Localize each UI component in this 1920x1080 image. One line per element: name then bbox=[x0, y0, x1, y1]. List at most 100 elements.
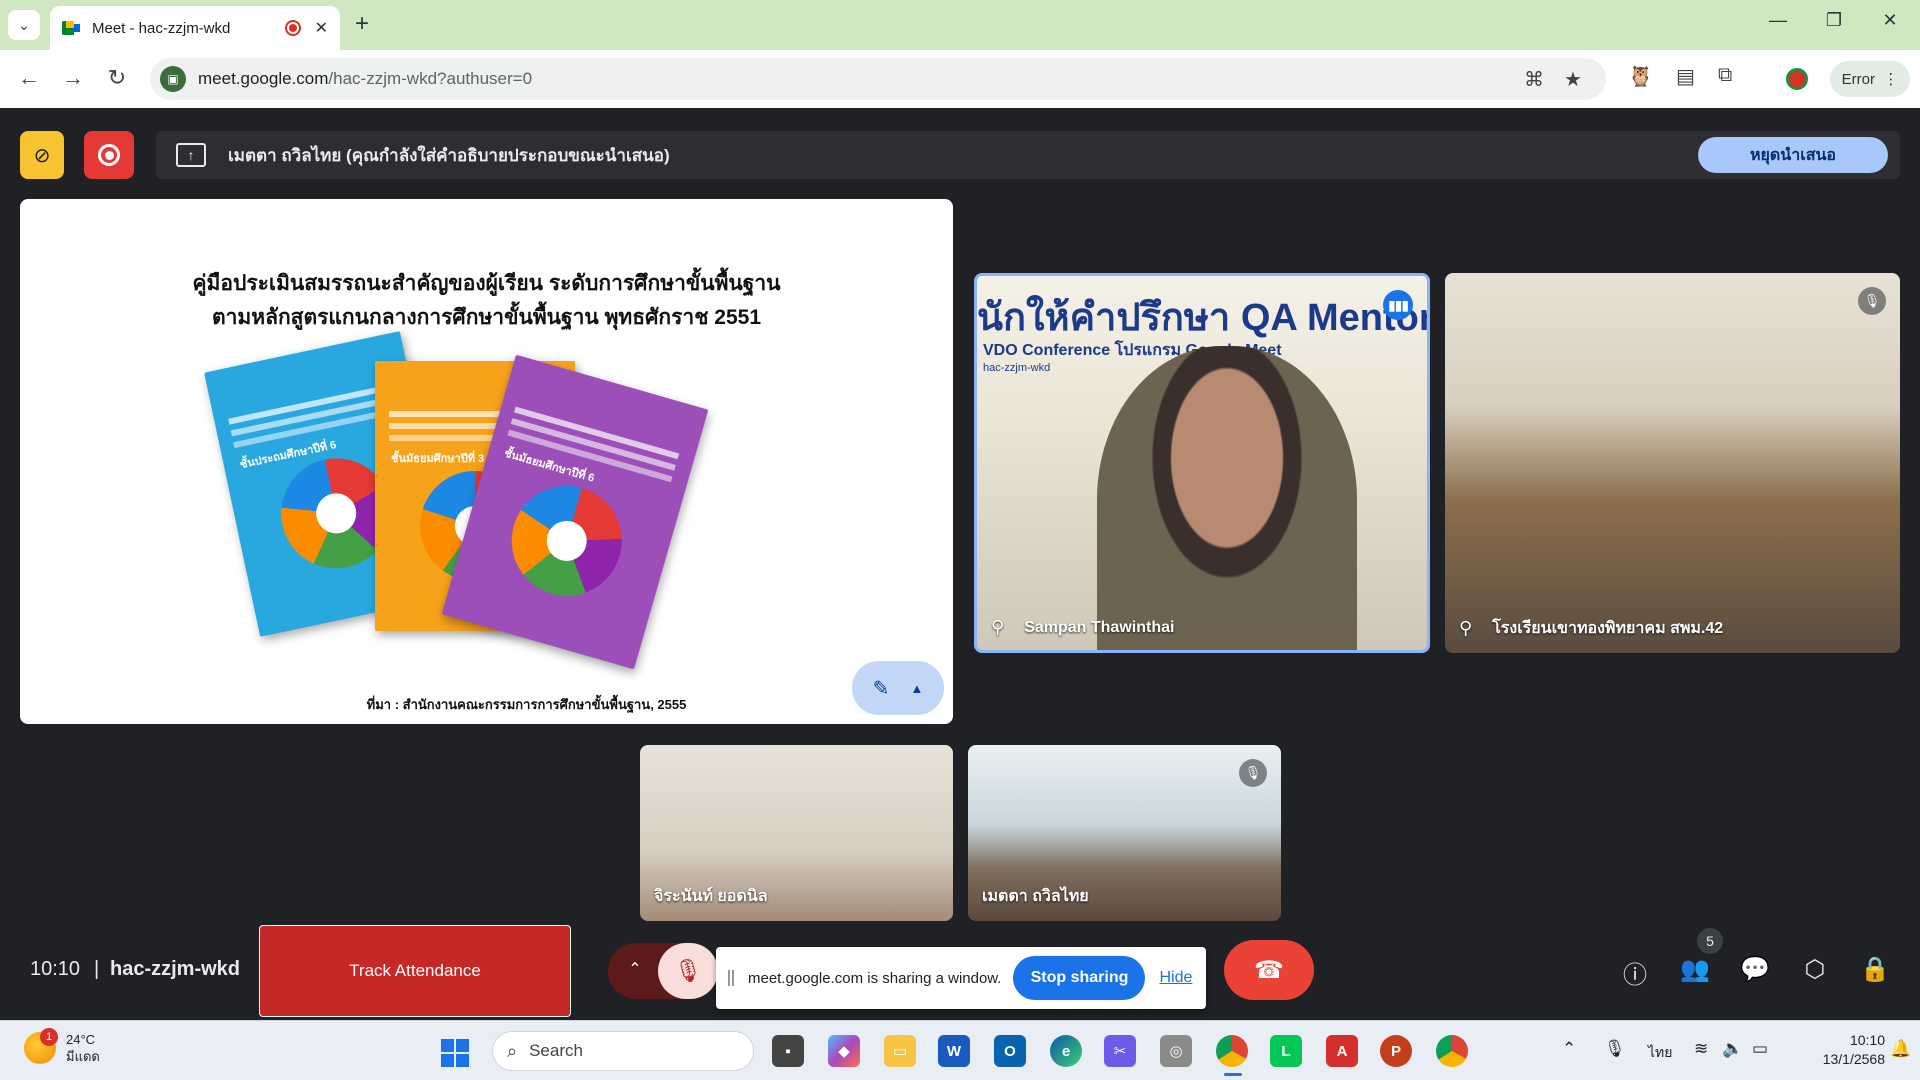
presenting-message: เมตตา ถวิลไทย (คุณกำลังใส่คำอธิบายประกอบ… bbox=[228, 145, 670, 165]
file-explorer-icon[interactable]: ▭ bbox=[884, 1035, 916, 1067]
extension-owl-icon[interactable]: 🦉 bbox=[1628, 64, 1653, 89]
annotation-tools-button[interactable]: ✎ ▲ bbox=[852, 661, 944, 715]
chevron-down-icon: ⌄ bbox=[18, 16, 30, 33]
activities-icon[interactable]: ⬡ bbox=[1798, 955, 1832, 989]
extensions-puzzle-icon[interactable]: ⧉ bbox=[1718, 64, 1732, 87]
windows-taskbar: 1 24°C มีแดด ⌕ Search ▪ ◆ ▭ W O e ✂ ◎ L A … bbox=[0, 1020, 1920, 1080]
battery-icon[interactable]: ▭ bbox=[1752, 1039, 1768, 1059]
system-clock[interactable]: 10:10 13/1/2568 bbox=[1795, 1031, 1885, 1069]
pin-icon[interactable]: ⚲ bbox=[991, 617, 1004, 638]
slide-title-line1: คู่มือประเมินสมรรถนะสำคัญของผู้เรียน ระด… bbox=[192, 272, 781, 295]
audio-options-chevron-icon[interactable]: ⌃ bbox=[620, 955, 650, 985]
outlook-icon[interactable]: O bbox=[994, 1035, 1026, 1067]
separator: | bbox=[94, 958, 100, 980]
weather-badge: 1 bbox=[40, 1028, 58, 1046]
camera-app-icon[interactable]: ◎ bbox=[1160, 1035, 1192, 1067]
recording-button[interactable] bbox=[84, 131, 134, 179]
volume-icon[interactable]: 🔈 bbox=[1722, 1039, 1743, 1059]
mic-off-icon: 🎙 bbox=[1858, 287, 1886, 315]
tab-close-icon[interactable]: ✕ bbox=[315, 18, 328, 38]
address-bar[interactable]: ▣ meet.google.com/hac-zzjm-wkd?authuser=… bbox=[150, 58, 1606, 100]
hang-up-icon: ☎ bbox=[1254, 956, 1284, 984]
participant-tile[interactable]: 🎙 ⚲ โรงเรียนเขาทองพิทยาคม สพม.42 bbox=[1445, 273, 1900, 653]
tray-overflow-chevron-icon[interactable]: ⌃ bbox=[1562, 1039, 1576, 1059]
share-notice-text: meet.google.com is sharing a window. bbox=[748, 969, 1002, 987]
chrome-profile-icon[interactable] bbox=[1436, 1035, 1468, 1067]
participant-tile[interactable]: จิระนันท์ ยอดนิล bbox=[640, 745, 953, 921]
annotation-toggle-button[interactable]: ⊘ bbox=[20, 131, 64, 179]
recording-icon bbox=[284, 20, 301, 36]
edge-icon[interactable]: e bbox=[1050, 1035, 1082, 1067]
tab-search-button[interactable]: ⌄ bbox=[8, 10, 40, 40]
translate-icon[interactable]: ⌘ bbox=[1524, 67, 1544, 92]
participant-name: เมตตา ถวิลไทย bbox=[982, 888, 1089, 905]
host-controls-lock-icon[interactable]: 🔒 bbox=[1858, 955, 1892, 989]
drag-handle-icon[interactable] bbox=[728, 970, 734, 986]
clock-time: 10:10 bbox=[1849, 1032, 1885, 1048]
profile-avatar-icon[interactable] bbox=[1786, 68, 1808, 90]
search-icon: ⌕ bbox=[507, 1040, 518, 1061]
leave-call-button[interactable]: ☎ bbox=[1224, 940, 1314, 1000]
participant-tile[interactable]: 🎙 เมตตา ถวิลไทย bbox=[968, 745, 1281, 921]
notifications-icon[interactable]: 🔔 bbox=[1890, 1039, 1911, 1059]
participant-name: จิระนันท์ ยอดนิล bbox=[654, 888, 768, 905]
word-icon[interactable]: W bbox=[938, 1035, 970, 1067]
close-window-button[interactable]: ✕ bbox=[1870, 10, 1910, 31]
slide-source: ที่มา : สำนักงานคณะกรรมการการศึกษาขั้นพื… bbox=[366, 697, 687, 712]
pin-icon[interactable]: ⚲ bbox=[1459, 618, 1472, 639]
restore-button[interactable]: ❐ bbox=[1814, 10, 1854, 31]
back-icon[interactable]: ← bbox=[14, 65, 44, 91]
hide-link[interactable]: Hide bbox=[1159, 969, 1192, 987]
site-info-icon[interactable]: ▣ bbox=[160, 66, 186, 92]
language-indicator[interactable]: ไทย bbox=[1648, 1042, 1672, 1064]
participant-tile[interactable]: นักให้คำปรึกษา QA Mentor VDO Conference … bbox=[974, 273, 1430, 653]
reload-icon[interactable]: ↻ bbox=[102, 65, 132, 91]
task-view-icon[interactable]: ▪ bbox=[772, 1035, 804, 1067]
acrobat-icon[interactable]: A bbox=[1326, 1035, 1358, 1067]
url-path: /hac-zzjm-wkd?authuser=0 bbox=[328, 69, 533, 88]
snipping-tool-icon[interactable]: ✂ bbox=[1104, 1035, 1136, 1067]
active-app-indicator bbox=[1224, 1073, 1242, 1076]
search-placeholder: Search bbox=[529, 1041, 583, 1060]
participant-name: Sampan Thawinthai bbox=[1024, 618, 1175, 636]
new-tab-button[interactable]: + bbox=[355, 10, 369, 38]
minimize-button[interactable]: — bbox=[1758, 10, 1798, 31]
url-host: meet.google.com bbox=[198, 69, 329, 88]
chat-icon[interactable]: 💬 bbox=[1738, 955, 1772, 989]
profile-error-button[interactable]: Error ⋮ bbox=[1830, 61, 1910, 97]
browser-toolbar: ← → ↻ ▣ meet.google.com/hac-zzjm-wkd?aut… bbox=[0, 50, 1920, 108]
line-icon[interactable]: L bbox=[1270, 1035, 1302, 1067]
participant-background-code: hac-zzjm-wkd bbox=[983, 362, 1051, 374]
meeting-info-icon[interactable]: ⓘ bbox=[1618, 955, 1652, 989]
bookmark-star-icon[interactable]: ★ bbox=[1564, 67, 1582, 92]
kebab-menu-icon: ⋮ bbox=[1883, 71, 1899, 88]
sun-icon: 1 bbox=[24, 1028, 58, 1064]
chrome-icon[interactable] bbox=[1216, 1035, 1248, 1067]
microphone-tray-icon[interactable]: 🎙 bbox=[1604, 1039, 1626, 1059]
record-icon bbox=[98, 144, 120, 166]
wifi-icon[interactable]: ≋ bbox=[1694, 1039, 1708, 1059]
copilot-icon[interactable]: ◆ bbox=[828, 1035, 860, 1067]
powerpoint-icon[interactable]: P bbox=[1380, 1035, 1412, 1067]
stop-sharing-button[interactable]: Stop sharing bbox=[1013, 956, 1146, 1000]
stop-presenting-button[interactable]: หยุดนำเสนอ bbox=[1698, 137, 1888, 173]
tab-title: Meet - hac-zzjm-wkd bbox=[92, 19, 231, 37]
presentation-slide: คู่มือประเมินสมรรถนะสำคัญของผู้เรียน ระด… bbox=[20, 199, 953, 724]
forward-icon[interactable]: → bbox=[58, 65, 88, 91]
track-attendance-button[interactable]: Track Attendance bbox=[259, 925, 571, 1017]
pen-icon: ✎ bbox=[872, 677, 890, 700]
mic-toggle-button[interactable]: 🎙 bbox=[658, 943, 718, 999]
weather-widget[interactable]: 1 24°C มีแดด bbox=[24, 1028, 100, 1065]
extension-on-icon[interactable]: ▤ bbox=[1676, 64, 1695, 89]
meeting-code: hac-zzjm-wkd bbox=[110, 958, 241, 980]
people-icon[interactable]: 👥 bbox=[1678, 955, 1712, 989]
no-annotate-icon: ⊘ bbox=[33, 144, 51, 167]
taskbar-search[interactable]: ⌕ Search bbox=[492, 1031, 754, 1071]
book-label: ชั้นมัธยมศึกษาปีที่ 3 bbox=[391, 453, 485, 465]
weather-temp: 24°C bbox=[66, 1032, 96, 1047]
browser-tab[interactable]: Meet - hac-zzjm-wkd ✕ bbox=[50, 6, 340, 50]
speaking-indicator-icon: ▮▮▮ bbox=[1383, 290, 1413, 320]
start-button[interactable] bbox=[441, 1039, 469, 1067]
wheel-graphic bbox=[498, 472, 635, 609]
profile-label: Error bbox=[1841, 70, 1875, 88]
